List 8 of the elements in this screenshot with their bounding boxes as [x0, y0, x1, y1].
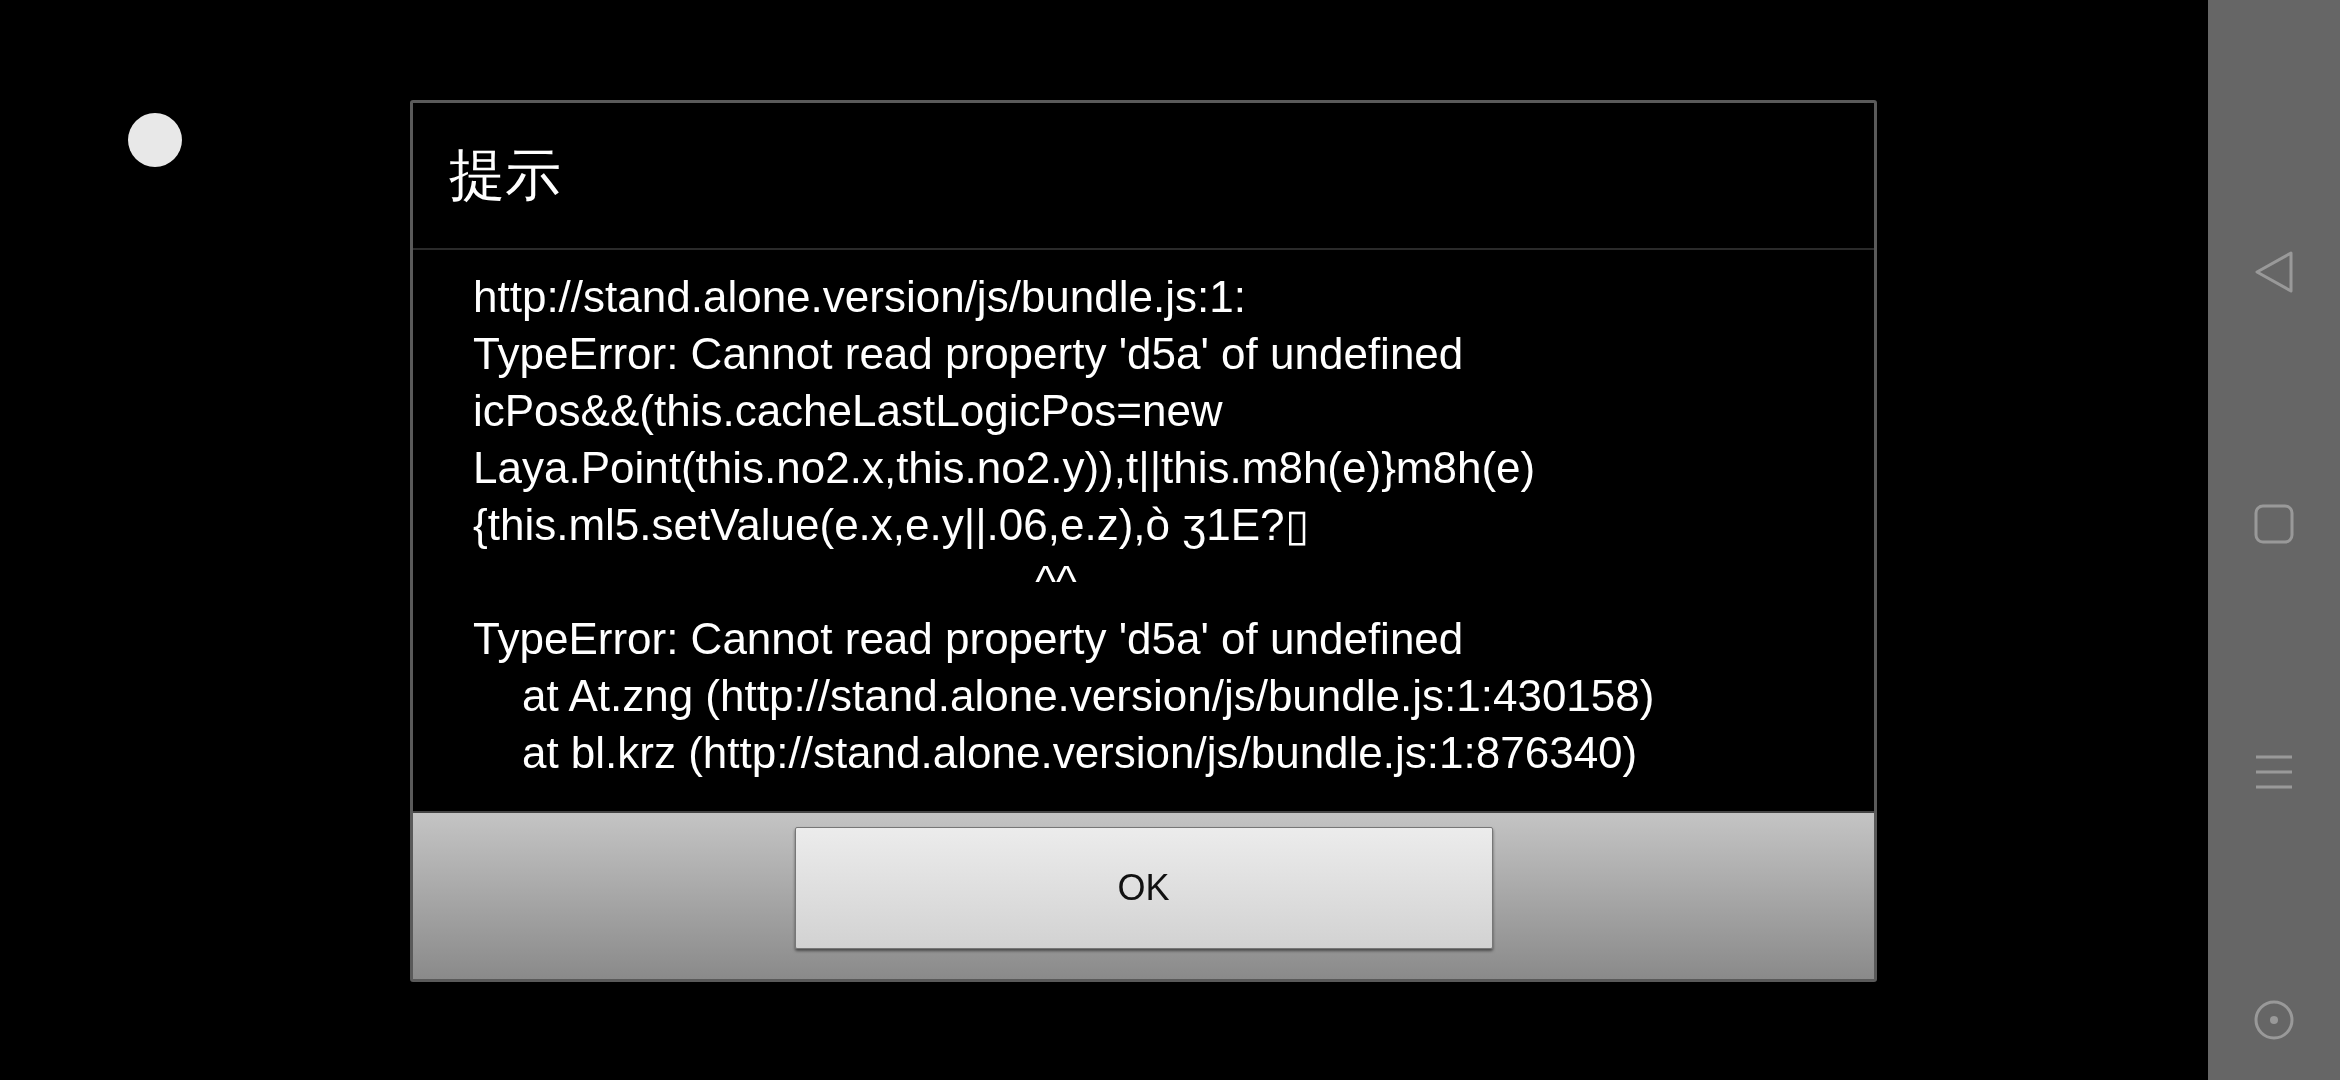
ok-button[interactable]: OK [794, 827, 1493, 949]
floating-dot[interactable] [128, 113, 182, 167]
home-icon[interactable] [2254, 504, 2294, 544]
menu-icon[interactable] [2254, 754, 2294, 790]
error-message: http://stand.alone.version/js/bundle.js:1: TypeError: Cannot read property 'd5a' of undefined icPos&&(this.cacheLastLogicPos=new Laya.Point(this.no2.x,this.no2.y)),t||this.m8h(e)}m8h(e) {this.ml5.setValue(e.x,e.y||.06,e.z),ò ʒ1E?▯ ^^ TypeError: Cannot read property 'd5a' of undefined at At.zng (http://stand.alone.version/js/bundle.js:1:430158) at bl.krz (http://stand.alone.version/js/bundle.js:1:876340) [472, 271, 1656, 779]
dialog-title: 提示 [413, 103, 1874, 250]
back-icon[interactable] [2254, 250, 2294, 294]
circle-dot-icon[interactable] [2254, 1000, 2294, 1040]
